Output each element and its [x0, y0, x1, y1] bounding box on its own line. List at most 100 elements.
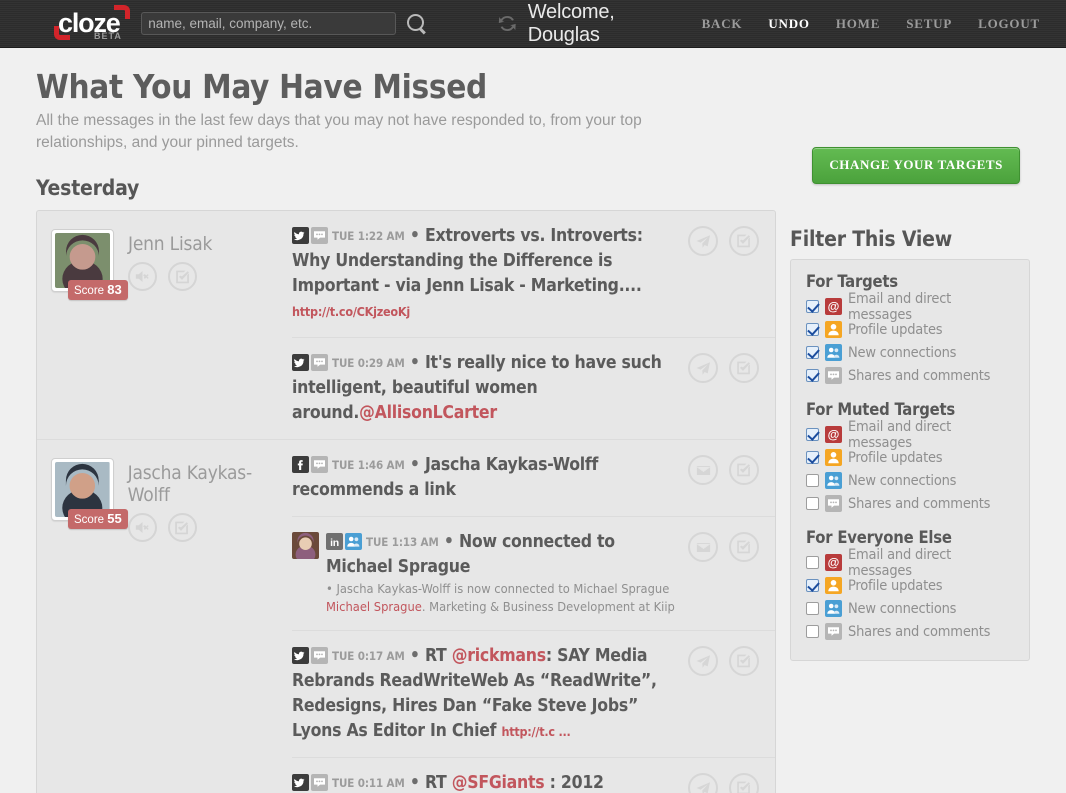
comment-icon	[825, 623, 842, 640]
filter-label: Shares and comments	[848, 623, 991, 640]
message-subtext-fragment: . Marketing & Business Development at Ki…	[421, 600, 675, 615]
nav-link-setup[interactable]: SETUP	[906, 16, 952, 32]
top-navigation-bar: cloze BETA Welcome, Douglas BACK UNDO HO…	[0, 0, 1066, 48]
filter-group: For Targets @ Email and direct messages Pro…	[806, 272, 1014, 386]
filter-row[interactable]: @ Email and direct messages	[806, 547, 1014, 579]
filter-row[interactable]: Shares and comments	[806, 621, 1014, 642]
message-text-fragment: RT	[424, 773, 452, 793]
avatar[interactable]: Score 55	[51, 458, 128, 529]
mute-icon[interactable]	[127, 513, 157, 542]
filter-row[interactable]: New connections	[806, 598, 1014, 619]
filter-checkbox[interactable]	[806, 556, 819, 569]
header-nav-links: BACK UNDO HOME SETUP LOGOUT	[702, 16, 1066, 32]
message-mention[interactable]: @AllisonLCarter	[359, 403, 497, 423]
message-row[interactable]: TUE 0:29 AM • It's really nice to have s…	[292, 338, 775, 439]
search-icon[interactable]	[406, 13, 426, 35]
mark-done-checkbox-icon[interactable]	[729, 353, 759, 383]
filter-label: Profile updates	[848, 321, 943, 338]
message-timestamp: TUE 1:46 AM	[332, 458, 405, 472]
message-list: TUE 1:46 AM • Jascha Kaykas-Wolff recomm…	[292, 440, 775, 793]
reply-envelope-icon[interactable]	[688, 455, 718, 485]
mark-done-checkbox-icon[interactable]	[729, 773, 759, 793]
nav-link-logout[interactable]: LOGOUT	[978, 16, 1040, 32]
svg-text:@: @	[828, 428, 840, 442]
svg-text:@: @	[828, 556, 840, 570]
reply-envelope-icon[interactable]	[688, 532, 718, 562]
message-body: TUE 1:22 AM • Extroverts vs. Introverts:…	[292, 224, 688, 324]
missed-messages-feed: Score 83 Jenn Lisak TUE 1:22 AM • Extrover…	[36, 210, 776, 793]
mark-done-checkbox-icon[interactable]	[168, 262, 197, 291]
message-mention[interactable]: @SFGiants	[452, 773, 545, 793]
refresh-icon[interactable]	[496, 11, 519, 36]
message-row[interactable]: TUE 0:17 AM • RT @rickmans: SAY Media Re…	[292, 631, 775, 758]
facebook-icon	[292, 456, 309, 473]
nav-link-undo[interactable]: UNDO	[768, 16, 809, 32]
filter-checkbox[interactable]	[806, 625, 819, 638]
welcome-message: Welcome, Douglas	[527, 0, 615, 46]
nav-link-home[interactable]: HOME	[836, 16, 880, 32]
message-link[interactable]: http://t.co/CKjzeoKj	[292, 304, 410, 319]
filter-row[interactable]: @ Email and direct messages	[806, 419, 1014, 451]
filter-checkbox[interactable]	[806, 451, 819, 464]
filter-row[interactable]: @ Email and direct messages	[806, 291, 1014, 323]
filter-row[interactable]: New connections	[806, 342, 1014, 363]
mark-done-checkbox-icon[interactable]	[729, 532, 759, 562]
reply-paper-plane-icon[interactable]	[688, 773, 718, 793]
filter-group: For Muted Targets @ Email and direct messa…	[806, 400, 1014, 514]
message-row[interactable]: TUE 1:46 AM • Jascha Kaykas-Wolff recomm…	[292, 440, 775, 517]
filter-checkbox[interactable]	[806, 428, 819, 441]
filter-label: New connections	[848, 472, 957, 489]
change-your-targets-button[interactable]: CHANGE YOUR TARGETS	[812, 147, 1020, 184]
message-text-fragment: RT	[424, 646, 452, 666]
bullet-separator: •	[404, 455, 425, 475]
reply-paper-plane-icon[interactable]	[688, 353, 718, 383]
filter-row[interactable]: New connections	[806, 470, 1014, 491]
comment-icon	[311, 227, 328, 244]
message-timestamp: TUE 0:29 AM	[332, 356, 405, 370]
filter-checkbox[interactable]	[806, 474, 819, 487]
mute-icon[interactable]	[128, 262, 157, 291]
message-author-thumbnail	[292, 532, 319, 559]
filter-checkbox[interactable]	[806, 300, 819, 313]
filter-checkbox[interactable]	[806, 346, 819, 359]
message-text: in TUE 1:13 AM • Now connected to Michael…	[326, 530, 678, 617]
twitter-icon	[292, 647, 309, 664]
comment-icon	[825, 367, 842, 384]
filter-checkbox[interactable]	[806, 369, 819, 382]
message-link[interactable]: http://t.c ...	[501, 724, 570, 739]
message-mention[interactable]: @rickmans	[452, 646, 546, 666]
nav-link-back[interactable]: BACK	[702, 16, 743, 32]
new-connection-icon	[345, 533, 362, 550]
filter-checkbox[interactable]	[806, 323, 819, 336]
filter-label: Profile updates	[848, 449, 943, 466]
filter-group-title: For Everyone Else	[806, 528, 952, 547]
message-row[interactable]: in TUE 1:13 AM • Now connected to Michael…	[292, 517, 775, 631]
message-row[interactable]: TUE 0:11 AM • RT @SFGiants : 2012 #NLCha…	[292, 758, 775, 793]
person-summary: Score 83 Jenn Lisak	[37, 211, 292, 439]
reply-paper-plane-icon[interactable]	[688, 226, 718, 256]
comment-icon	[311, 354, 328, 371]
message-mention[interactable]: Michael Sprague	[326, 600, 422, 615]
filter-label: Profile updates	[848, 577, 943, 594]
message-body: TUE 0:11 AM • RT @SFGiants : 2012 #NLCha…	[292, 771, 688, 793]
filter-row[interactable]: Shares and comments	[806, 365, 1014, 386]
person-icon	[825, 321, 842, 338]
mark-done-checkbox-icon[interactable]	[729, 646, 759, 676]
mark-done-checkbox-icon[interactable]	[729, 455, 759, 485]
filter-group-title: For Targets	[806, 272, 898, 291]
filter-checkbox[interactable]	[806, 579, 819, 592]
cloze-logo[interactable]: cloze BETA	[54, 4, 131, 44]
message-action-buttons	[688, 453, 775, 485]
avatar[interactable]: Score 83	[51, 229, 128, 300]
comment-icon	[311, 774, 328, 791]
mark-done-checkbox-icon[interactable]	[167, 513, 197, 542]
filter-checkbox[interactable]	[806, 497, 819, 510]
mark-done-checkbox-icon[interactable]	[729, 226, 759, 256]
reply-paper-plane-icon[interactable]	[688, 646, 718, 676]
logo-beta-tag: BETA	[94, 30, 122, 41]
page-title: What You May Have Missed	[36, 67, 487, 106]
message-row[interactable]: TUE 1:22 AM • Extroverts vs. Introverts:…	[292, 211, 775, 338]
search-input[interactable]	[141, 12, 397, 35]
filter-checkbox[interactable]	[806, 602, 819, 615]
filter-row[interactable]: Shares and comments	[806, 493, 1014, 514]
